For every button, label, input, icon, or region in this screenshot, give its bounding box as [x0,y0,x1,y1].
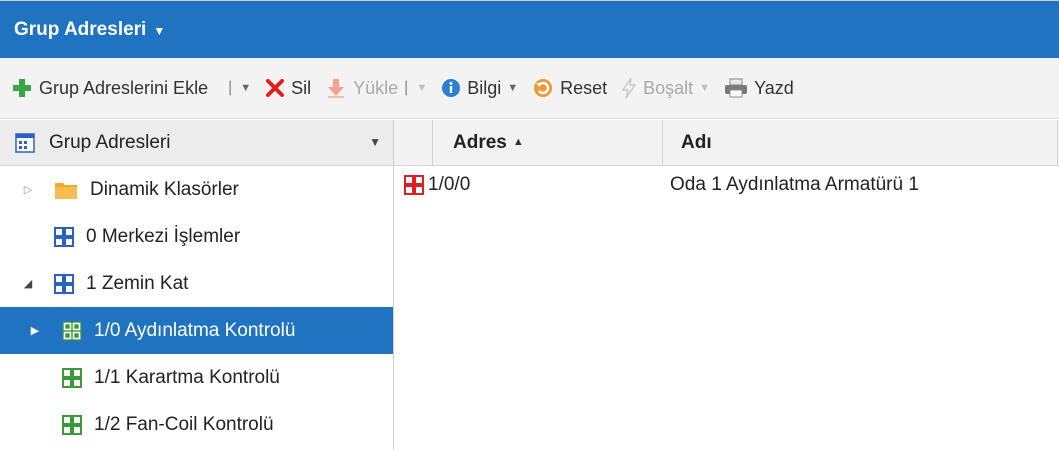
delete-x-icon [265,78,285,98]
address-grid: Adres ▲ Adı 1/0/0 Oda 1 Aydınlatma Armatü… [394,120,1059,450]
group-address-red-icon [404,175,424,195]
tree-item-label: 0 Merkezi İşlemler [86,225,241,247]
tree-item-label: 1/0 Aydınlatma Kontrolü [94,319,296,341]
name-cell: Oda 1 Aydınlatma Armatürü 1 [670,174,919,195]
column-header-address[interactable]: Adres ▲ [453,132,524,154]
tree-item-label: 1/2 Fan-Coil Kontrolü [94,413,274,435]
tree-item-fan-coil-control[interactable]: 1/2 Fan-Coil Kontrolü [0,401,393,448]
column-divider[interactable] [432,120,433,166]
column-header-name[interactable]: Adı [681,132,712,154]
info-dropdown-icon[interactable]: ▼ [507,82,518,94]
info-icon [441,78,461,98]
title-bar[interactable]: Grup Adresleri ▼ [0,0,1059,58]
grid-header: Adres ▲ Adı [394,120,1059,166]
load-button[interactable]: Yükle | ▼ [325,77,427,99]
reset-label: Reset [560,77,608,98]
tree-item-label: 1/1 Karartma Kontrolü [94,366,280,388]
tree-item-central-operations[interactable]: 0 Merkezi İşlemler [0,213,393,260]
tree-header-label: Grup Adresleri [49,131,171,153]
reset-button[interactable]: Reset [532,77,607,99]
group-green-icon [62,321,82,341]
plus-icon [11,77,33,99]
tree-item-dimming-control[interactable]: 1/1 Karartma Kontrolü [0,354,393,401]
download-arrow-icon [325,77,347,99]
tree-header-dropdown-icon[interactable]: ▼ [369,135,381,149]
tree-item-label: Dinamik Klasörler [90,178,239,200]
delete-button[interactable]: Sil [265,78,311,99]
expand-arrow-icon[interactable]: ▷ [21,183,35,196]
toolbar-separator: | [404,79,409,96]
group-blue-icon [54,226,74,247]
toolbar: Grup Adreslerini Ekle | ▼ Sil Yükle | ▼ … [0,58,1059,119]
group-green-icon [62,367,82,388]
toolbar-separator: | [228,79,233,96]
panel-title[interactable]: Grup Adresleri [14,19,146,41]
load-label: Yükle [353,77,399,98]
add-label: Grup Adreslerini Ekle [39,77,209,98]
sort-ascending-icon: ▲ [512,136,524,148]
delete-label: Sil [291,77,312,98]
column-header-address-label: Adres [453,132,507,153]
info-label: Bilgi [467,77,502,98]
empty-button[interactable]: Boşalt ▼ [621,77,710,99]
tree-item-ground-floor[interactable]: ◢ 1 Zemin Kat [0,260,393,307]
tree-item-dynamic-folders[interactable]: ▷ Dinamik Klasörler [0,166,393,213]
info-button[interactable]: Bilgi ▼ [441,78,518,99]
tree-header-dropdown[interactable]: Grup Adresleri ▼ [0,120,393,166]
reset-icon [532,77,554,99]
add-dropdown-icon[interactable]: ▼ [240,82,251,94]
empty-label: Boşalt [643,77,694,98]
load-dropdown-icon[interactable]: ▼ [416,82,427,94]
folder-icon [54,180,78,200]
column-divider[interactable] [662,120,663,166]
print-button[interactable]: Yazd [724,78,794,99]
address-value: 1/0/0 [428,174,471,195]
tree-item-lighting-control[interactable]: ▶ 1/0 Aydınlatma Kontrolü [0,307,393,354]
table-row[interactable]: 1/0/0 Oda 1 Aydınlatma Armatürü 1 [394,174,1059,204]
group-green-icon [62,414,82,435]
group-blue-icon [54,273,74,294]
expand-arrow-icon[interactable]: ▶ [28,324,42,337]
add-group-addresses-button[interactable]: Grup Adreslerini Ekle [11,77,208,99]
tree-item-label: 1 Zemin Kat [86,272,189,294]
printer-icon [724,78,748,98]
collapse-arrow-icon[interactable]: ◢ [21,277,35,290]
lightning-icon [621,77,637,99]
title-dropdown-icon[interactable]: ▼ [153,24,165,38]
column-divider[interactable] [1057,120,1058,166]
address-cell: 1/0/0 [404,174,470,196]
empty-dropdown-icon[interactable]: ▼ [699,82,710,94]
tree-pane: Grup Adresleri ▼ ▷ Dinamik Klasörler 0 M… [0,120,394,450]
print-label: Yazd [754,77,794,98]
grid-window-icon [15,132,35,153]
